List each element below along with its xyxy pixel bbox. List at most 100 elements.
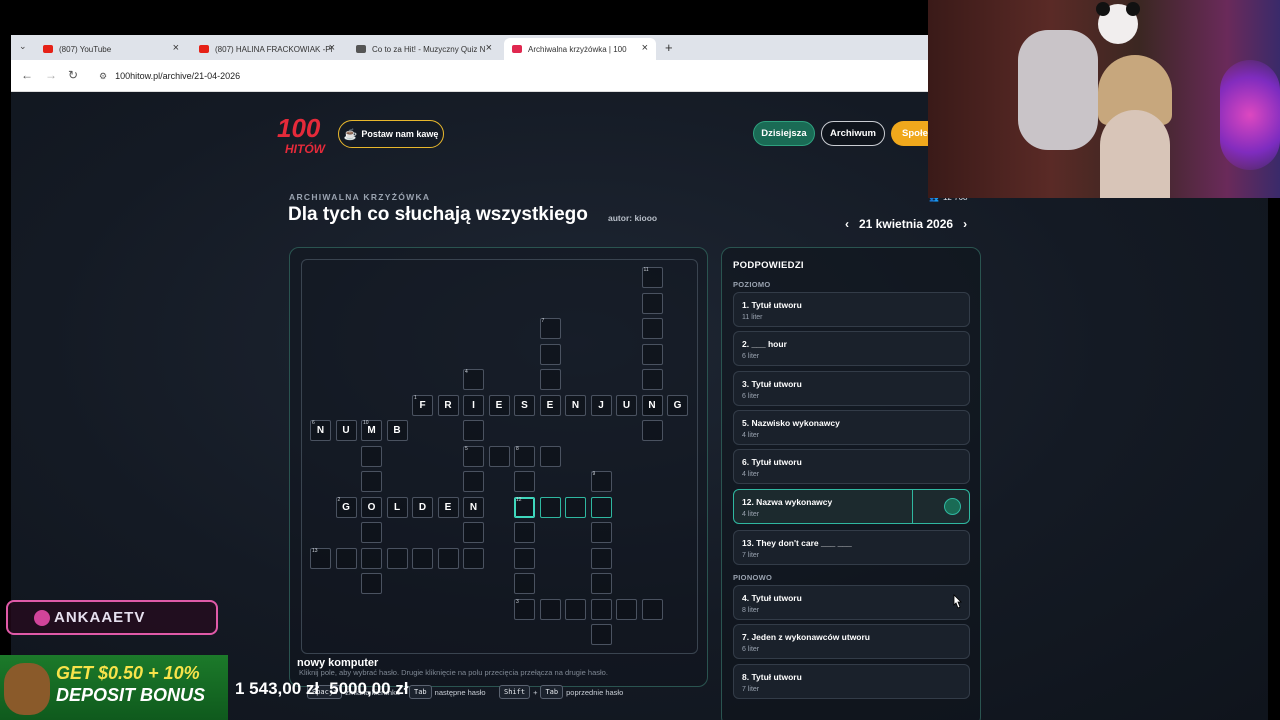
tab-search-icon[interactable]: ⌄ xyxy=(19,41,27,52)
crossword-cell[interactable]: 3 xyxy=(514,598,535,620)
crossword-cell[interactable] xyxy=(335,547,357,569)
crossword-cell[interactable] xyxy=(514,522,535,543)
crossword-cell[interactable] xyxy=(488,445,510,467)
crossword-cell[interactable] xyxy=(539,496,561,518)
crossword-cell[interactable]: B xyxy=(386,420,408,441)
crossword-cell[interactable] xyxy=(386,547,408,569)
forward-icon[interactable]: → xyxy=(45,68,57,82)
crossword-cell[interactable]: 7 xyxy=(539,318,561,339)
crossword-cell[interactable] xyxy=(412,547,433,569)
crossword-cell[interactable]: N xyxy=(641,394,663,416)
crossword-cell[interactable]: 5 xyxy=(463,445,484,467)
browser-tab[interactable]: (807) HALINA FRACKOWIAK -Pi × xyxy=(191,38,343,60)
crossword-cell[interactable] xyxy=(463,522,484,543)
crossword-cell[interactable]: 13 xyxy=(310,547,331,569)
clue-item[interactable]: 7. Jeden z wykonawców utworu 6 liter xyxy=(733,624,970,660)
crossword-cell[interactable] xyxy=(590,573,612,594)
prev-date-icon[interactable]: ‹ xyxy=(845,217,849,231)
crossword-cell[interactable]: N xyxy=(463,496,484,518)
clue-item[interactable]: 8. Tytuł utworu 7 liter xyxy=(733,663,970,699)
crossword-cell[interactable]: U xyxy=(616,394,637,416)
crossword-cell[interactable] xyxy=(463,471,484,492)
crossword-cell[interactable] xyxy=(565,496,586,518)
tab-close-icon[interactable]: × xyxy=(642,42,648,54)
crossword-cell[interactable] xyxy=(641,420,663,441)
browser-tab[interactable]: Archiwalna krzyżówka | 100 × xyxy=(504,38,656,60)
crossword-cell[interactable]: N xyxy=(565,394,586,416)
crossword-cell[interactable] xyxy=(463,547,484,569)
crossword-cell[interactable]: D xyxy=(412,496,433,518)
crossword-cell[interactable]: 12 xyxy=(514,496,535,518)
crossword-cell[interactable]: J xyxy=(590,394,612,416)
tab-close-icon[interactable]: × xyxy=(329,42,335,54)
clue-item[interactable]: 13. They don't care ___ ___ 7 liter xyxy=(733,529,970,565)
crossword-cell[interactable] xyxy=(590,522,612,543)
crossword-cell[interactable] xyxy=(514,471,535,492)
buy-coffee-button[interactable]: ☕ Postaw nam kawę xyxy=(338,120,444,148)
crossword-cell[interactable]: 11 xyxy=(641,267,663,288)
crossword-cell[interactable] xyxy=(361,522,382,543)
nav-community-button[interactable]: Społe xyxy=(891,121,931,146)
crossword-cell[interactable]: 8 xyxy=(514,445,535,467)
crossword-cell[interactable] xyxy=(361,445,382,467)
crossword-cell[interactable] xyxy=(539,343,561,365)
crossword-cell[interactable]: L xyxy=(386,496,408,518)
crossword-cell[interactable] xyxy=(514,547,535,569)
crossword-cell[interactable] xyxy=(361,471,382,492)
next-date-icon[interactable]: › xyxy=(963,217,967,231)
clue-item[interactable]: 5. Nazwisko wykonawcy 4 liter xyxy=(733,409,970,445)
crossword-cell[interactable]: 6N xyxy=(310,420,331,441)
nav-archive-button[interactable]: Archiwum xyxy=(821,121,885,146)
crossword-cell[interactable]: 1F xyxy=(412,394,433,416)
crossword-cell[interactable]: R xyxy=(437,394,459,416)
crossword-cell[interactable]: 2G xyxy=(335,496,357,518)
crossword-cell[interactable] xyxy=(590,624,612,645)
new-tab-button[interactable]: + xyxy=(665,40,673,55)
crossword-cell[interactable]: 4 xyxy=(463,369,484,390)
crossword-cell[interactable] xyxy=(361,547,382,569)
logo-icon[interactable]: 100 HITÓW xyxy=(275,107,331,159)
clue-item[interactable]: 12. Nazwa wykonawcy 4 liter xyxy=(733,488,970,524)
crossword-cell[interactable]: E xyxy=(437,496,459,518)
crossword-cell[interactable]: 9 xyxy=(590,471,612,492)
back-icon[interactable]: ← xyxy=(21,68,33,82)
crossword-cell[interactable]: S xyxy=(514,394,535,416)
crossword-cell[interactable] xyxy=(539,598,561,620)
crossword-cell[interactable]: 10 M xyxy=(361,420,382,441)
clue-item[interactable]: 4. Tytuł utworu 8 liter xyxy=(733,585,970,620)
site-settings-icon[interactable]: ⚙ xyxy=(99,71,107,82)
crossword-cell[interactable]: U xyxy=(335,420,357,441)
crossword-cell[interactable] xyxy=(641,343,663,365)
crossword-cell[interactable]: O xyxy=(361,496,382,518)
crossword-cell[interactable] xyxy=(514,573,535,594)
nav-today-button[interactable]: Dzisiejsza xyxy=(753,121,815,146)
crossword-cell[interactable] xyxy=(641,369,663,390)
crossword-cell[interactable] xyxy=(361,573,382,594)
crossword-cell[interactable] xyxy=(590,547,612,569)
crossword-cell[interactable] xyxy=(565,598,586,620)
reload-icon[interactable]: ↻ xyxy=(68,68,78,82)
reveal-clue-button[interactable] xyxy=(944,497,961,515)
crossword-cell[interactable] xyxy=(463,420,484,441)
browser-tab[interactable]: (807) YouTube × xyxy=(35,38,187,60)
crossword-cell[interactable] xyxy=(616,598,637,620)
crossword-cell[interactable] xyxy=(641,318,663,339)
crossword-cell[interactable] xyxy=(641,598,663,620)
crossword-cell[interactable] xyxy=(590,598,612,620)
crossword-cell[interactable] xyxy=(539,369,561,390)
clue-item[interactable]: 1. Tytuł utworu 11 liter xyxy=(733,292,970,327)
tab-close-icon[interactable]: × xyxy=(173,42,179,54)
crossword-cell[interactable] xyxy=(437,547,459,569)
url-field[interactable]: ⚙ 100hitow.pl/archive/21-04-2026 xyxy=(91,65,921,87)
crossword-cell[interactable] xyxy=(590,496,612,518)
crossword-cell[interactable]: E xyxy=(539,394,561,416)
clue-item[interactable]: 2. ___ hour 6 liter xyxy=(733,331,970,367)
tab-close-icon[interactable]: × xyxy=(486,42,492,54)
crossword-cell[interactable] xyxy=(641,292,663,314)
crossword-cell[interactable]: G xyxy=(667,394,688,416)
crossword-cell[interactable] xyxy=(539,445,561,467)
clue-item[interactable]: 3. Tytuł utworu 6 liter xyxy=(733,370,970,406)
browser-tab[interactable]: Co to za Hit! - Muzyczny Quiz N × xyxy=(348,38,500,60)
clue-item[interactable]: 6. Tytuł utworu 4 liter xyxy=(733,449,970,485)
crossword-cell[interactable]: E xyxy=(488,394,510,416)
